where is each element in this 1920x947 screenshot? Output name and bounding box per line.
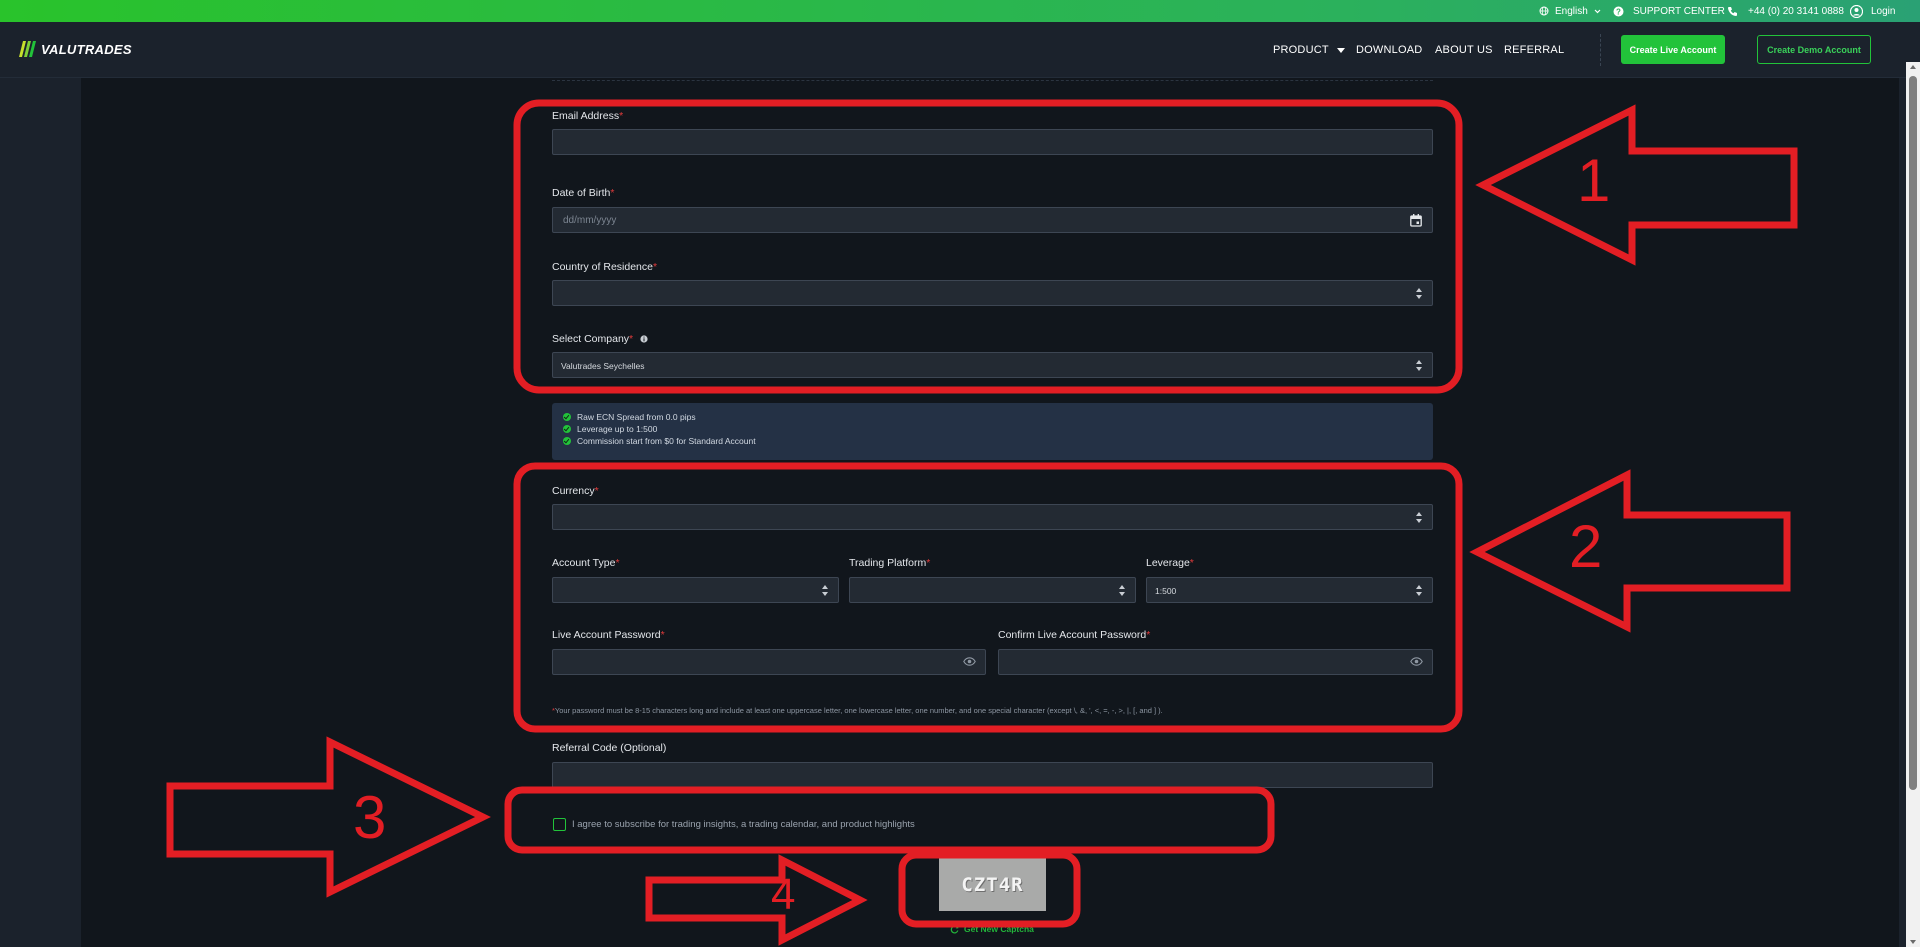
confirm-password-label: Confirm Live Account Password* (998, 629, 1151, 641)
page-scrollbar[interactable] (1906, 62, 1920, 947)
password-input[interactable] (552, 649, 986, 675)
caret-down-icon (1336, 47, 1345, 53)
language-selector[interactable]: English (1539, 0, 1601, 22)
dob-input[interactable]: dd/mm/yyyy (552, 207, 1433, 233)
referral-input[interactable] (552, 762, 1433, 788)
scroll-down-arrow-icon[interactable] (1910, 940, 1916, 944)
logo-text: VALUTRADES (41, 41, 132, 57)
check-circle-icon (563, 413, 571, 421)
phone-icon (1728, 6, 1737, 16)
login-label: Login (1871, 5, 1896, 17)
user-icon (1850, 4, 1863, 18)
valutrades-logo[interactable]: VALUTRADES (19, 41, 132, 57)
login-link[interactable]: Login (1850, 0, 1895, 22)
subscribe-label[interactable]: I agree to subscribe for trading insight… (572, 819, 915, 830)
password-requirements-note: *Your password must be 8-15 characters l… (552, 706, 1163, 715)
select-arrows-icon (1416, 512, 1422, 524)
password-label: Live Account Password* (552, 629, 665, 641)
feature-item: Raw ECN Spread from 0.0 pips (563, 412, 696, 422)
nav-divider (1600, 34, 1601, 66)
feature-item: Leverage up to 1:500 (563, 424, 657, 434)
select-arrows-icon (1416, 360, 1422, 372)
get-new-captcha-label: Get New Captcha (964, 924, 1034, 934)
nav-referral[interactable]: REFERRAL (1504, 22, 1564, 78)
nav-product-label: PRODUCT (1273, 44, 1329, 56)
svg-text:?: ? (1616, 7, 1621, 16)
company-select[interactable]: Valutrades Seychelles (552, 352, 1433, 378)
nav-product[interactable]: PRODUCT (1273, 22, 1345, 78)
support-center-link[interactable]: ? SUPPORT CENTER (1613, 0, 1725, 22)
currency-select[interactable] (552, 504, 1433, 530)
company-label: Select Company* (552, 333, 648, 345)
account-type-label: Account Type* (552, 557, 620, 569)
main-navbar: VALUTRADES PRODUCT DOWNLOAD ABOUT US REF… (0, 22, 1920, 78)
check-circle-icon (563, 437, 571, 445)
subscribe-checkbox[interactable] (553, 818, 566, 831)
select-arrows-icon (1416, 585, 1422, 597)
eye-icon[interactable] (963, 657, 976, 666)
company-value: Valutrades Seychelles (561, 361, 645, 371)
scroll-up-arrow-icon[interactable] (1910, 65, 1916, 69)
create-demo-account-button[interactable]: Create Demo Account (1757, 35, 1871, 64)
leverage-label: Leverage* (1146, 557, 1194, 569)
section-divider (552, 80, 1433, 81)
country-label: Country of Residence* (552, 261, 658, 273)
top-bar: English ? SUPPORT CENTER +44 (0) 20 3141… (0, 0, 1920, 22)
platform-select[interactable] (849, 577, 1136, 603)
chevron-down-icon (1594, 9, 1601, 13)
nav-download[interactable]: DOWNLOAD (1356, 22, 1422, 78)
question-icon: ? (1613, 6, 1624, 16)
check-circle-icon (563, 425, 571, 433)
annotation-number-2: 2 (1569, 513, 1603, 580)
annotation-number-1: 1 (1577, 147, 1611, 214)
annotation-number-4: 4 (771, 870, 796, 919)
country-select[interactable] (552, 280, 1433, 306)
scrollbar-thumb[interactable] (1909, 76, 1917, 790)
eye-icon[interactable] (1410, 657, 1423, 666)
info-icon[interactable] (640, 335, 648, 343)
account-type-select[interactable] (552, 577, 839, 603)
select-arrows-icon (1119, 585, 1125, 597)
referral-label: Referral Code (Optional) (552, 742, 667, 754)
refresh-icon (950, 925, 959, 933)
platform-label: Trading Platform* (849, 557, 931, 569)
select-arrows-icon (1416, 288, 1422, 300)
nav-about-us-label: ABOUT US (1435, 44, 1493, 56)
confirm-password-input[interactable] (998, 649, 1433, 675)
email-input[interactable] (552, 129, 1433, 155)
select-arrows-icon (822, 585, 828, 597)
account-features-box: Raw ECN Spread from 0.0 pips Leverage up… (552, 403, 1433, 460)
leverage-select[interactable]: 1:500 (1146, 577, 1433, 603)
support-center-label: SUPPORT CENTER (1633, 5, 1725, 17)
nav-about-us[interactable]: ABOUT US (1435, 22, 1493, 78)
feature-item: Commission start from $0 for Standard Ac… (563, 436, 756, 446)
globe-icon (1539, 6, 1549, 16)
dob-label: Date of Birth* (552, 187, 615, 199)
annotation-number-3: 3 (353, 784, 387, 851)
leverage-value: 1:500 (1155, 586, 1177, 596)
currency-label: Currency* (552, 485, 599, 497)
dob-placeholder: dd/mm/yyyy (563, 215, 617, 226)
nav-referral-label: REFERRAL (1504, 44, 1565, 56)
language-label: English (1555, 5, 1588, 17)
nav-download-label: DOWNLOAD (1356, 44, 1423, 56)
right-gutter (1899, 78, 1906, 947)
create-live-account-button[interactable]: Create Live Account (1621, 35, 1725, 64)
get-new-captcha-link[interactable]: Get New Captcha (950, 924, 1034, 934)
logo-mark-icon (19, 41, 36, 57)
phone-number: +44 (0) 20 3141 0888 (1748, 5, 1844, 17)
calendar-icon[interactable] (1410, 214, 1422, 227)
phone-link[interactable]: +44 (0) 20 3141 0888 (1727, 0, 1844, 22)
email-label: Email Address* (552, 110, 624, 122)
captcha-image: CZT4R (939, 858, 1046, 911)
left-gutter (0, 78, 81, 947)
